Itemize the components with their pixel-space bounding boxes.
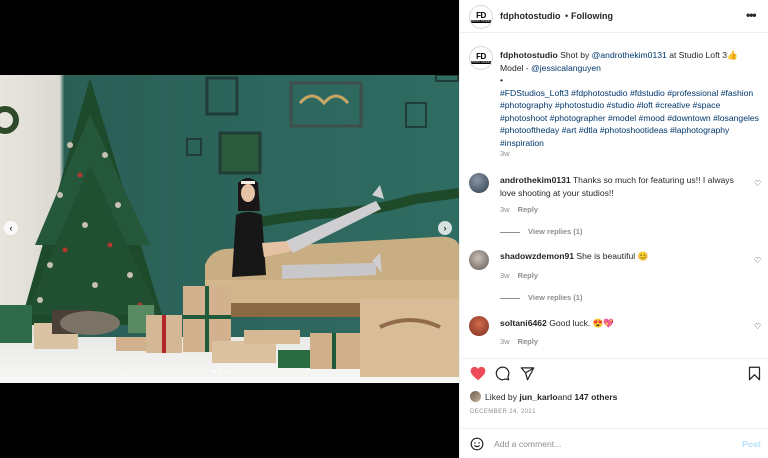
likes-prefix: Liked by	[485, 391, 518, 402]
post-caption: fdphotostudio Shot by @androthekim0131 a…	[500, 49, 762, 149]
divider-line	[500, 297, 520, 299]
caption-bullet: •	[500, 75, 504, 85]
view-replies-button[interactable]: View replies (1)	[500, 227, 582, 236]
caption-author[interactable]: fdphotostudio	[500, 50, 558, 60]
comment-username[interactable]: shadowzdemon91	[500, 251, 574, 261]
add-comment-bar: Post	[460, 428, 768, 458]
emoji-icon[interactable]	[470, 437, 484, 451]
commenter-avatar[interactable]	[469, 173, 489, 193]
commenter-avatar[interactable]	[469, 316, 489, 336]
carousel-dot	[219, 370, 222, 373]
caption-text: Shot by	[557, 50, 592, 60]
comment-username[interactable]: androthekim0131	[500, 175, 571, 185]
separator-dot: •	[565, 11, 569, 21]
previous-slide-button[interactable]: ‹	[4, 221, 18, 235]
logo-text: FD	[476, 51, 486, 61]
view-replies-button[interactable]: View replies (1)	[500, 293, 582, 302]
reply-button[interactable]: Reply	[518, 337, 538, 346]
comment-item: soltani6462 Good luck. 😍💖	[500, 317, 750, 330]
action-bar	[460, 358, 768, 390]
comment-text: Good luck. 😍💖	[546, 318, 615, 328]
mention-link[interactable]: @androthekim0131	[592, 50, 667, 60]
caption-text: at Studio Loft 3	[666, 50, 728, 60]
like-comment-icon[interactable]: ♡	[754, 256, 761, 265]
post-photo[interactable]	[0, 75, 459, 383]
mention-link[interactable]: @jessicalanguyen	[531, 63, 601, 73]
carousel-dot	[213, 370, 216, 373]
post-date: DECEMBER 24, 2021	[470, 409, 536, 415]
caption-author-avatar[interactable]: FD PHOTO STUDIO	[469, 46, 493, 70]
reply-button[interactable]: Reply	[518, 205, 538, 214]
comment-username[interactable]: soltani6462	[500, 318, 547, 328]
following-button[interactable]: Following	[571, 11, 613, 21]
chevron-right-icon: ›	[443, 223, 447, 233]
caption-timestamp[interactable]: 3w	[500, 149, 510, 158]
chevron-left-icon: ‹	[9, 223, 13, 233]
commenter-avatar[interactable]	[469, 250, 489, 270]
thumbs-up-emoji: 👍	[727, 50, 738, 60]
like-comment-icon[interactable]: ♡	[754, 322, 761, 331]
liker-avatar[interactable]	[470, 391, 481, 402]
share-icon[interactable]	[520, 366, 535, 381]
view-replies-label: View replies (1)	[528, 293, 583, 302]
bookmark-icon[interactable]	[748, 366, 761, 381]
next-slide-button[interactable]: ›	[438, 221, 452, 235]
divider-line	[500, 231, 520, 233]
comment-timestamp[interactable]: 3w	[500, 205, 510, 214]
comment-item: shadowzdemon91 She is beautiful 😊	[500, 250, 750, 263]
comment-meta: 3w Reply	[500, 271, 538, 280]
carousel-dot	[225, 370, 228, 373]
liker-username[interactable]: jun_karlo	[519, 392, 557, 402]
account-avatar[interactable]: FD PHOTO STUDIO	[469, 5, 493, 29]
post-media: ‹ ›	[0, 0, 459, 458]
logo-subtext: PHOTO STUDIO	[470, 60, 492, 64]
reply-button[interactable]: Reply	[518, 271, 538, 280]
comment-meta: 3w Reply	[500, 337, 538, 346]
post-comment-button[interactable]: Post	[742, 439, 761, 449]
carousel-indicator	[213, 370, 234, 373]
post-header: FD PHOTO STUDIO fdphotostudio • Followin…	[460, 0, 768, 33]
likes-middle: and	[557, 391, 572, 402]
post-sidebar: FD PHOTO STUDIO fdphotostudio • Followin…	[459, 0, 768, 458]
more-options-icon[interactable]: •••	[746, 8, 757, 22]
likes-summary: Liked by jun_karlo and 147 others	[470, 391, 617, 402]
account-username[interactable]: fdphotostudio	[500, 11, 560, 21]
hashtags[interactable]: #FDStudios_Loft3 #fdphotostudio #fdstudi…	[500, 88, 759, 148]
likes-others-link[interactable]: 147 others	[574, 392, 617, 402]
carousel-dot	[231, 370, 234, 373]
caption-text: Model -	[500, 62, 532, 73]
comment-meta: 3w Reply	[500, 205, 538, 214]
add-comment-input[interactable]	[494, 437, 734, 451]
logo-subtext: PHOTO STUDIO	[470, 19, 492, 23]
comment-timestamp[interactable]: 3w	[500, 337, 510, 346]
comment-icon[interactable]	[495, 366, 510, 381]
heart-filled-icon[interactable]	[470, 366, 486, 381]
comment-text: She is beautiful 😊	[574, 251, 649, 261]
like-comment-icon[interactable]: ♡	[754, 179, 761, 188]
logo-text: FD	[476, 10, 486, 20]
comment-item: androthekim0131 Thanks so much for featu…	[500, 174, 750, 199]
comment-timestamp[interactable]: 3w	[500, 271, 510, 280]
view-replies-label: View replies (1)	[528, 227, 583, 236]
